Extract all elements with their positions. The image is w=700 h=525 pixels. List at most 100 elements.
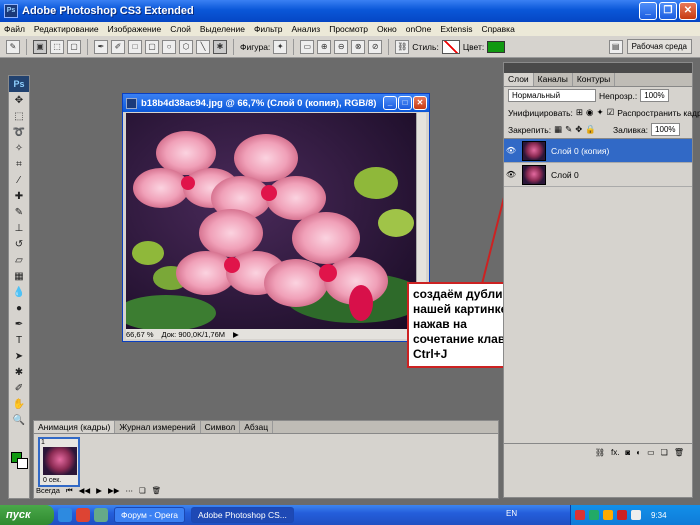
propagate-checkbox[interactable]: ☑: [607, 107, 615, 118]
freeform-pen-icon[interactable]: ✐: [111, 39, 125, 54]
zoom-tool-icon[interactable]: 🔍: [10, 414, 28, 428]
lock-image-icon[interactable]: ✎: [565, 124, 572, 135]
style-swatch[interactable]: [441, 39, 460, 54]
doc-minimize-button[interactable]: _: [383, 96, 397, 110]
workspace-button[interactable]: Рабочая среда: [626, 39, 692, 54]
brush-tool-icon[interactable]: ✎: [10, 206, 28, 220]
first-frame-icon[interactable]: ⏮: [66, 486, 73, 496]
doc-maximize-button[interactable]: □: [398, 96, 412, 110]
line-tool-icon[interactable]: ╲: [196, 39, 210, 54]
close-button[interactable]: ✕: [679, 2, 697, 20]
menu-select[interactable]: Выделение: [200, 24, 245, 34]
tab-character[interactable]: Символ: [201, 421, 241, 433]
clock[interactable]: 9:34: [651, 511, 667, 520]
menu-extensis[interactable]: Extensis: [440, 24, 472, 34]
start-button[interactable]: пуск: [0, 505, 54, 525]
ie-quicklaunch-icon[interactable]: [58, 508, 72, 522]
tray-icon[interactable]: [631, 510, 641, 520]
new-layer-icon[interactable]: ❏: [661, 448, 668, 457]
restore-button[interactable]: ❐: [659, 2, 677, 20]
fx-icon[interactable]: fx.: [611, 448, 619, 457]
shape-layers-icon[interactable]: ▣: [33, 39, 47, 54]
eraser-icon[interactable]: ▱: [10, 254, 28, 268]
new-group-icon[interactable]: ▭: [647, 448, 655, 457]
custom-shape-tool-icon[interactable]: ✱: [213, 39, 227, 54]
tab-measurement-log[interactable]: Журнал измерений: [115, 421, 201, 433]
hand-tool-icon[interactable]: ✋: [10, 398, 28, 412]
next-frame-icon[interactable]: ▶▶: [108, 486, 120, 495]
minimize-button[interactable]: _: [639, 2, 657, 20]
lasso-tool-icon[interactable]: ➰: [10, 126, 28, 140]
unify-position-icon[interactable]: ⊞: [576, 107, 583, 118]
tool-preset-icon[interactable]: ✎: [6, 39, 20, 54]
lock-all-icon[interactable]: 🔒: [585, 124, 596, 135]
crop-tool-icon[interactable]: ⌗: [10, 158, 28, 172]
background-color[interactable]: [17, 458, 28, 469]
language-indicator[interactable]: EN: [506, 509, 517, 518]
status-arrow-icon[interactable]: ▶: [233, 330, 239, 339]
gradient-tool-icon[interactable]: ▦: [10, 270, 28, 284]
delete-frame-icon[interactable]: 🗑: [152, 486, 162, 495]
tray-icon[interactable]: [603, 510, 613, 520]
fill-input[interactable]: 100%: [651, 123, 680, 136]
tab-paths[interactable]: Контуры: [573, 73, 616, 86]
ellipse-tool-icon[interactable]: ○: [162, 39, 176, 54]
taskbar-opera[interactable]: Форум - Opera: [114, 507, 185, 523]
pen-tool-icon[interactable]: ✒: [94, 39, 108, 54]
exclude-mode-icon[interactable]: ⊘: [368, 39, 383, 54]
tray-icon[interactable]: [617, 510, 627, 520]
tween-icon[interactable]: ⋯: [126, 486, 134, 495]
delete-layer-icon[interactable]: 🗑: [674, 448, 684, 457]
opera-quicklaunch-icon[interactable]: [76, 508, 90, 522]
duplicate-frame-icon[interactable]: ❏: [139, 486, 146, 495]
doc-close-button[interactable]: ✕: [413, 96, 427, 110]
path-select-icon[interactable]: ➤: [10, 350, 28, 364]
taskbar-photoshop[interactable]: Adobe Photoshop CS...: [191, 507, 294, 523]
healing-brush-icon[interactable]: ✚: [10, 190, 28, 204]
menu-window[interactable]: Окно: [377, 24, 397, 34]
zoom-level[interactable]: 66,67 %: [126, 330, 154, 339]
link-icon[interactable]: ⛓: [395, 39, 410, 54]
notes-tool-icon[interactable]: ✐: [10, 382, 28, 396]
prev-frame-icon[interactable]: ◀◀: [79, 486, 91, 495]
blend-mode-select[interactable]: Нормальный: [508, 89, 596, 102]
lock-transparency-icon[interactable]: ▦: [554, 124, 562, 135]
document-title-bar[interactable]: b18b4d38ac94.jpg @ 66,7% (Слой 0 (копия)…: [123, 94, 429, 112]
menu-edit[interactable]: Редактирование: [34, 24, 99, 34]
menu-onone[interactable]: onOne: [406, 24, 432, 34]
lock-position-icon[interactable]: ✥: [575, 124, 582, 135]
shape-picker-icon[interactable]: ✦: [273, 39, 288, 54]
pen-icon[interactable]: ✒: [10, 318, 28, 332]
blur-tool-icon[interactable]: 💧: [10, 286, 28, 300]
add-mode-icon[interactable]: ⊕: [317, 39, 332, 54]
tab-layers[interactable]: Слои: [504, 73, 534, 86]
unify-style-icon[interactable]: ✦: [596, 107, 603, 118]
menu-image[interactable]: Изображение: [108, 24, 162, 34]
color-swatch[interactable]: [487, 40, 506, 53]
polygon-tool-icon[interactable]: ⬡: [179, 39, 193, 54]
orchid-image[interactable]: [126, 113, 416, 331]
link-layers-icon[interactable]: ⛓: [595, 448, 605, 457]
panel-header[interactable]: [504, 63, 692, 73]
visibility-eye-icon[interactable]: 👁: [504, 146, 518, 155]
desktop-quicklaunch-icon[interactable]: [94, 508, 108, 522]
move-tool-icon[interactable]: ✥: [10, 94, 28, 108]
play-icon[interactable]: ▶: [96, 486, 102, 495]
new-layer-mode-icon[interactable]: ▭: [300, 39, 315, 54]
menu-layer[interactable]: Слой: [170, 24, 191, 34]
paths-icon[interactable]: ⬚: [50, 39, 64, 54]
magic-wand-icon[interactable]: ✧: [10, 142, 28, 156]
add-mask-icon[interactable]: ◙: [625, 448, 630, 457]
type-tool-icon[interactable]: T: [10, 334, 28, 348]
frame-delay[interactable]: 0 сек.: [43, 477, 61, 484]
animation-frame[interactable]: 1 0 сек.: [38, 437, 80, 487]
intersect-mode-icon[interactable]: ⊗: [351, 39, 366, 54]
tab-paragraph[interactable]: Абзац: [240, 421, 274, 433]
menu-file[interactable]: Файл: [4, 24, 25, 34]
dodge-tool-icon[interactable]: ●: [10, 302, 28, 316]
menu-filter[interactable]: Фильтр: [254, 24, 283, 34]
visibility-eye-icon[interactable]: 👁: [504, 170, 518, 179]
clone-stamp-icon[interactable]: ⊥: [10, 222, 28, 236]
opacity-input[interactable]: 100%: [640, 89, 669, 102]
adjustment-layer-icon[interactable]: ◐: [636, 448, 641, 457]
